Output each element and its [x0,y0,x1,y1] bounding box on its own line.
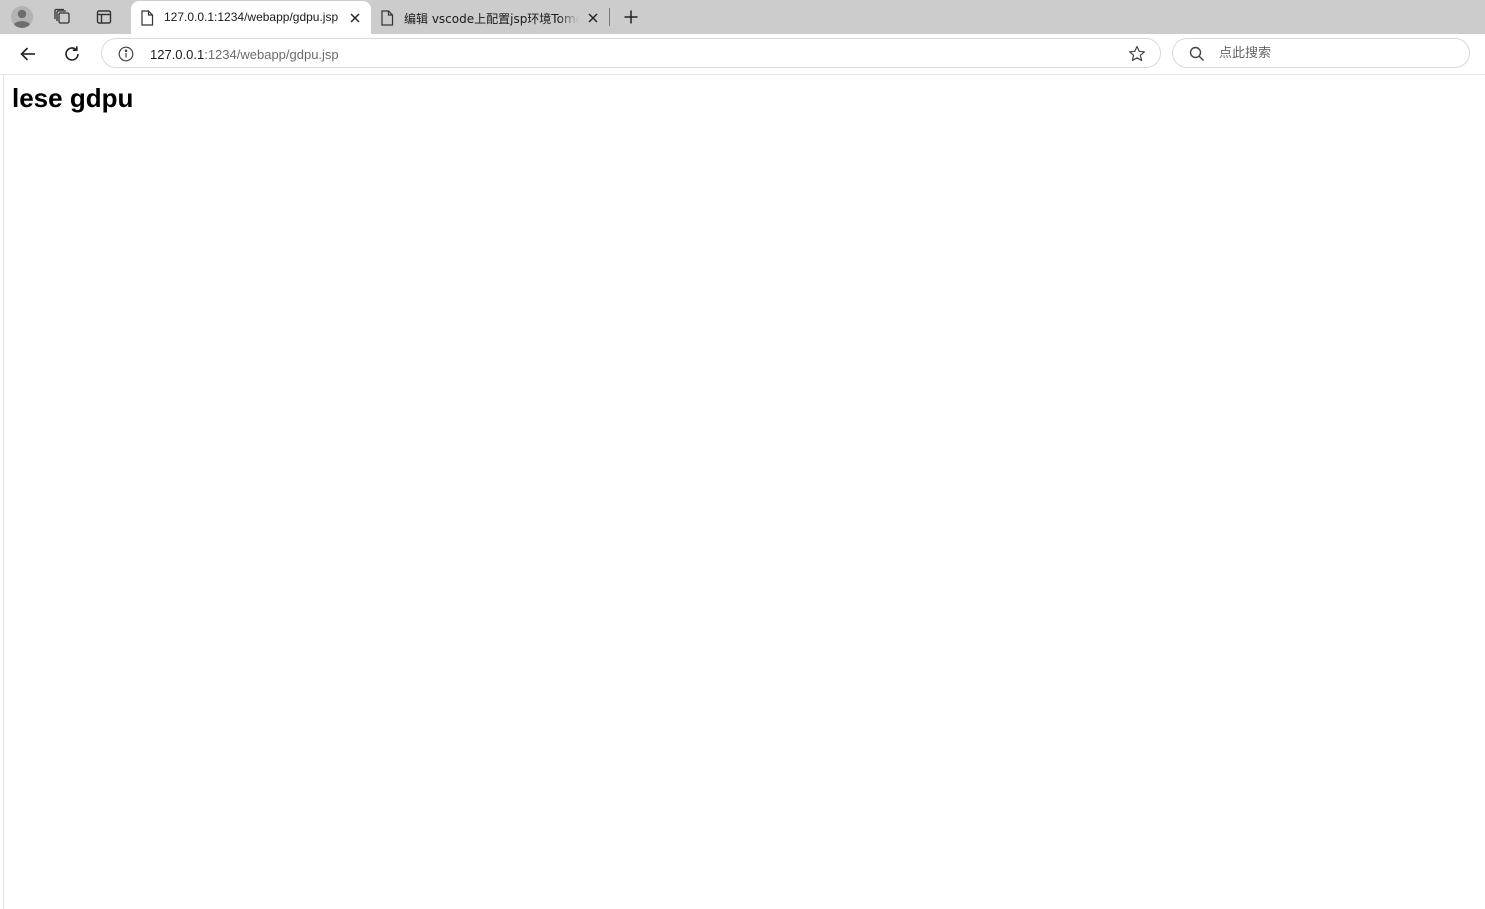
back-button[interactable] [13,39,43,69]
close-icon[interactable] [348,11,362,25]
tab-actions-icon [96,9,112,25]
search-input[interactable] [1219,43,1449,63]
url-path: :1234/webapp/gdpu.jsp [204,47,339,62]
refresh-icon [63,45,81,63]
address-bar[interactable]: 127.0.0.1:1234/webapp/gdpu.jsp [101,38,1161,68]
tab-separator [609,8,610,26]
tab-vscode-tomcat[interactable]: 编辑 vscode上配置jsp环境Tomcat [371,1,609,34]
page-heading: lese gdpu [12,83,134,113]
tab-gdpu[interactable]: 127.0.0.1:1234/webapp/gdpu.jsp [131,1,371,34]
info-icon[interactable] [118,46,134,62]
document-icon [380,10,394,26]
star-icon[interactable] [1128,45,1146,63]
collections-button[interactable] [47,3,77,31]
search-icon [1189,46,1205,62]
page-viewport: lese gdpu [3,75,1485,909]
navigation-toolbar: 127.0.0.1:1234/webapp/gdpu.jsp [0,34,1485,75]
tab-title: 127.0.0.1:1234/webapp/gdpu.jsp [164,10,339,24]
new-tab-button[interactable] [616,3,646,31]
url-host: 127.0.0.1 [150,47,205,62]
tab-title: 编辑 vscode上配置jsp环境Tomcat [404,12,579,26]
profile-button[interactable] [7,3,37,31]
plus-icon [623,9,639,25]
tab-strip: 127.0.0.1:1234/webapp/gdpu.jsp 编辑 vscode… [0,0,1485,34]
close-icon[interactable] [586,11,600,25]
profile-avatar-icon [10,5,34,29]
refresh-button[interactable] [57,39,87,69]
document-icon [140,10,154,26]
back-arrow-icon [19,45,37,63]
tab-actions-button[interactable] [89,3,119,31]
collections-icon [53,8,71,26]
url-text[interactable]: 127.0.0.1:1234/webapp/gdpu.jsp [150,47,339,62]
search-box[interactable] [1172,38,1470,68]
browser-window: 127.0.0.1:1234/webapp/gdpu.jsp 编辑 vscode… [0,0,1485,909]
